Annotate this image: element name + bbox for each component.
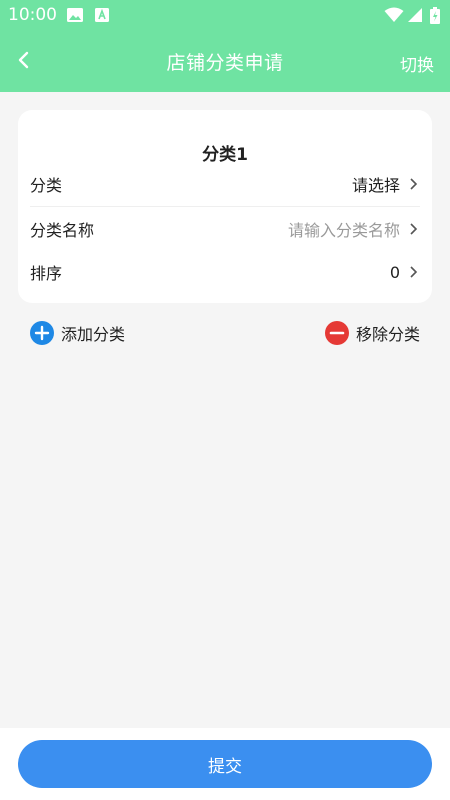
- add-category-label: 添加分类: [61, 325, 126, 344]
- category-name-label: 分类名称: [30, 221, 95, 240]
- add-category-button[interactable]: 添加分类: [30, 321, 125, 345]
- status-bar: 10:00: [0, 0, 450, 30]
- category-actions: 添加分类 移除分类: [30, 321, 420, 349]
- chevron-right-icon: [410, 223, 418, 235]
- chevron-right-icon: [410, 266, 418, 278]
- app-header: 店铺分类申请 切换: [0, 30, 450, 92]
- switch-button[interactable]: 切换: [400, 51, 434, 76]
- image-icon: [67, 8, 83, 22]
- remove-category-label: 移除分类: [355, 325, 420, 344]
- category-name-input[interactable]: 请输入分类名称: [288, 217, 400, 241]
- category-value: 请选择: [351, 176, 400, 195]
- wifi-icon: [384, 7, 404, 22]
- sort-order-row[interactable]: 排序 0: [30, 250, 420, 294]
- category-label: 分类: [30, 176, 63, 195]
- category-select-row[interactable]: 分类 请选择: [30, 162, 420, 206]
- status-time: 10:00: [8, 5, 57, 25]
- battery-icon: [430, 7, 440, 24]
- page-title: 店铺分类申请: [166, 52, 284, 74]
- category-card: 分类1 分类 请选择 分类名称 请输入分类名称 排序 0: [18, 110, 432, 303]
- plus-circle-icon: [30, 321, 54, 345]
- text-a-icon: [95, 8, 109, 22]
- signal-icon: [408, 8, 422, 22]
- chevron-right-icon: [410, 178, 418, 190]
- sort-label: 排序: [30, 264, 63, 283]
- remove-category-button[interactable]: 移除分类: [324, 321, 420, 345]
- bottom-bar: 提交: [0, 728, 450, 800]
- minus-circle-icon: [324, 321, 349, 345]
- category-name-row[interactable]: 分类名称 请输入分类名称: [30, 206, 420, 251]
- submit-button[interactable]: 提交: [18, 740, 432, 788]
- sort-value: 0: [389, 262, 400, 282]
